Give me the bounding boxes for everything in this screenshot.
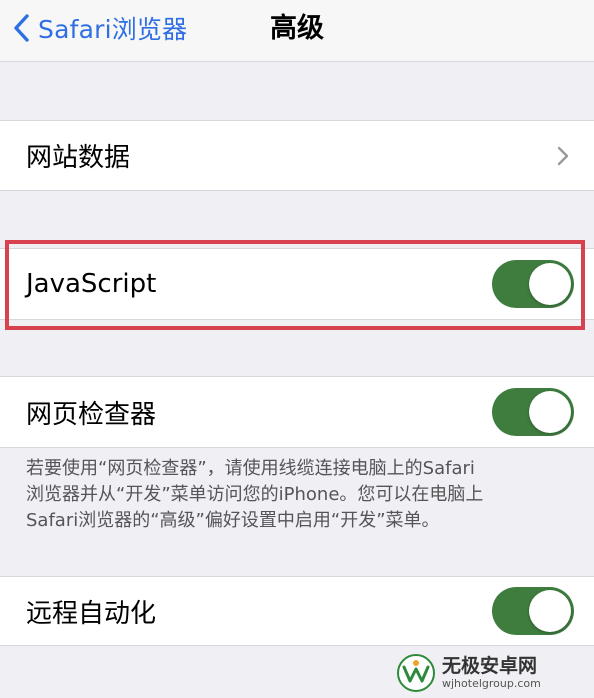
toggle-knob — [529, 263, 571, 305]
website-data-row[interactable]: 网站数据 — [0, 120, 594, 191]
watermark-url: wjhotelgroup.com — [442, 677, 541, 690]
navigation-bar: Safari浏览器 高级 — [0, 0, 594, 62]
toggle-knob — [529, 391, 571, 433]
javascript-row: JavaScript — [0, 248, 594, 320]
remote-automation-label: 远程自动化 — [26, 598, 157, 629]
web-inspector-label: 网页检查器 — [26, 399, 157, 430]
watermark-title: 无极安卓网 — [442, 655, 538, 677]
toggle-knob — [529, 590, 571, 632]
page-title: 高级 — [270, 13, 324, 44]
javascript-label: JavaScript — [26, 269, 157, 299]
chevron-right-icon — [557, 146, 569, 165]
watermark: 无极安卓网 wjhotelgroup.com — [396, 652, 586, 694]
remote-automation-toggle[interactable] — [492, 587, 574, 635]
web-inspector-toggle[interactable] — [492, 388, 574, 436]
web-inspector-footnote: 若要使用“网页检查器”，请使用线缆连接电脑上的Safari 浏览器并从“开发”菜… — [26, 456, 574, 534]
footnote-line: Safari浏览器的“高级”偏好设置中启用“开发”菜单。 — [26, 510, 440, 531]
footnote-line: 若要使用“网页检查器”，请使用线缆连接电脑上的Safari — [26, 458, 475, 479]
javascript-toggle[interactable] — [492, 260, 574, 308]
remote-automation-row: 远程自动化 — [0, 576, 594, 646]
web-inspector-row: 网页检查器 — [0, 376, 594, 448]
website-data-label: 网站数据 — [26, 143, 131, 173]
watermark-logo-icon — [397, 654, 435, 692]
footnote-line: 浏览器并从“开发”菜单访问您的iPhone。您可以在电脑上 — [26, 484, 484, 505]
